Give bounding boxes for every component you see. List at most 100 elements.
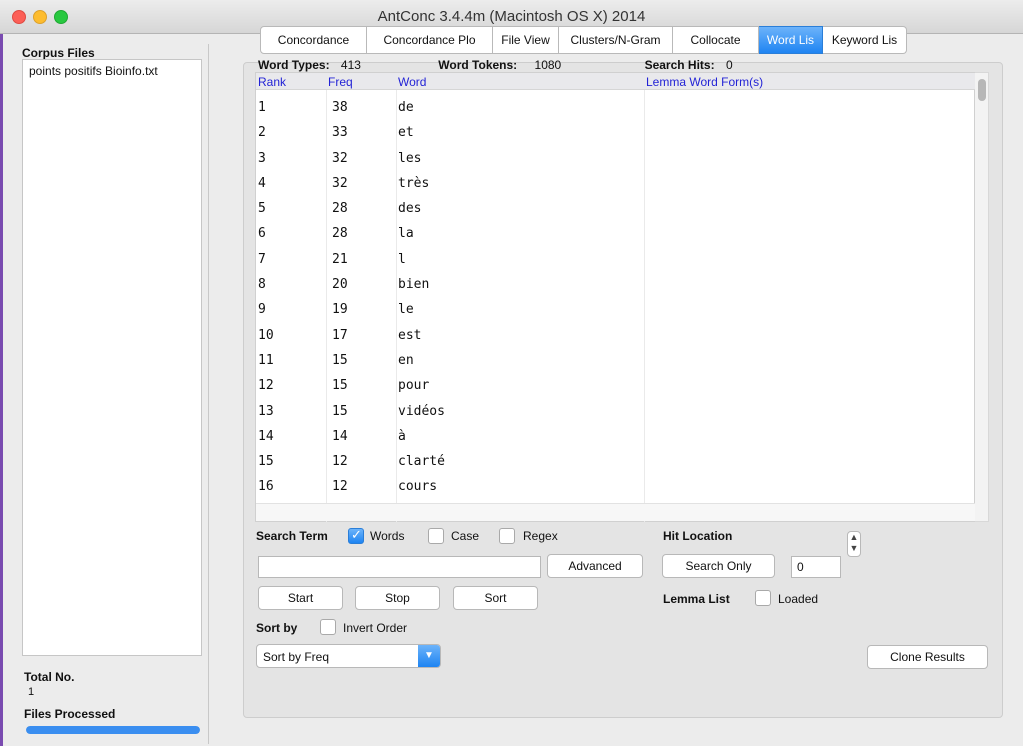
cell-freq: 15	[332, 403, 348, 419]
table-row[interactable]: 16 12 cours	[256, 474, 976, 499]
cell-freq: 14	[332, 428, 348, 444]
tool-tabs: Concordance Concordance Plo File View Cl…	[260, 26, 907, 54]
pane-divider[interactable]	[208, 44, 209, 744]
table-row[interactable]: 2 33 et	[256, 120, 976, 145]
cell-rank: 9	[258, 302, 266, 318]
tab-keyword-list[interactable]: Keyword Lis	[823, 26, 907, 54]
column-header-freq[interactable]: Freq	[328, 75, 353, 89]
cell-word: les	[398, 150, 422, 166]
cell-freq: 32	[332, 150, 348, 166]
words-checkbox[interactable]	[348, 528, 364, 544]
cell-rank: 14	[258, 428, 274, 444]
progress-fill	[26, 726, 200, 734]
corpus-files-label: Corpus Files	[22, 46, 95, 60]
table-row[interactable]: 12 15 pour	[256, 373, 976, 398]
tab-collocates[interactable]: Collocate	[673, 26, 759, 54]
column-header-lemma[interactable]: Lemma Word Form(s)	[646, 75, 763, 89]
chevron-down-icon[interactable]: ▼	[418, 645, 440, 667]
cell-word: clarté	[398, 454, 445, 470]
corpus-file-item[interactable]: points positifs Bioinfo.txt	[23, 60, 201, 82]
table-row[interactable]: 8 20 bien	[256, 272, 976, 297]
cell-word: et	[398, 125, 414, 141]
word-list-table[interactable]: Rank Freq Word Lemma Word Form(s) 1 38 de 2…	[255, 72, 976, 522]
table-row[interactable]: 14 14 à	[256, 424, 976, 449]
table-footer-strip	[256, 503, 976, 521]
sort-button[interactable]: Sort	[453, 586, 538, 610]
column-header-word[interactable]: Word	[398, 75, 426, 89]
table-row[interactable]: 15 12 clarté	[256, 449, 976, 474]
cell-word: en	[398, 352, 414, 368]
tab-concordance-plot[interactable]: Concordance Plo	[367, 26, 493, 54]
window-title: AntConc 3.4.4m (Macintosh OS X) 2014	[377, 8, 646, 25]
loaded-checkbox[interactable]	[755, 590, 771, 606]
table-row[interactable]: 13 15 vidéos	[256, 399, 976, 424]
table-row[interactable]: 3 32 les	[256, 146, 976, 171]
tab-clusters-ngrams[interactable]: Clusters/N-Gram	[559, 26, 673, 54]
table-row[interactable]: 5 28 des	[256, 196, 976, 221]
cell-word: de	[398, 100, 414, 115]
cell-word: vidéos	[398, 403, 445, 419]
hit-location-input[interactable]: 0	[791, 556, 841, 578]
sort-by-label: Sort by	[256, 621, 298, 635]
cell-word: à	[398, 428, 406, 444]
cell-rank: 8	[258, 277, 266, 293]
regex-checkbox[interactable]	[499, 528, 515, 544]
search-input[interactable]	[258, 556, 541, 578]
cell-freq: 19	[332, 302, 348, 318]
word-types-value: 413	[340, 58, 361, 72]
clone-results-button[interactable]: Clone Results	[867, 645, 988, 669]
stats-line: Word Types: 413 Word Tokens: 1080 Search…	[258, 58, 733, 72]
cell-word: très	[398, 175, 430, 191]
table-row[interactable]: 7 21 l	[256, 247, 976, 272]
table-row[interactable]: 6 28 la	[256, 221, 976, 246]
cell-rank: 13	[258, 403, 274, 419]
cell-word: l	[398, 251, 406, 267]
cell-freq: 38	[332, 100, 348, 115]
cell-freq: 12	[332, 454, 348, 470]
cell-rank: 4	[258, 175, 266, 191]
cell-freq: 32	[332, 175, 348, 191]
table-row[interactable]: 1 38 de	[256, 95, 976, 120]
cell-freq: 15	[332, 378, 348, 394]
stop-button[interactable]: Stop	[355, 586, 440, 610]
advanced-button[interactable]: Advanced	[547, 554, 643, 578]
case-label: Case	[451, 529, 480, 543]
column-header-rank[interactable]: Rank	[258, 75, 286, 89]
word-tokens-label: Word Tokens:	[438, 58, 518, 72]
case-checkbox[interactable]	[428, 528, 444, 544]
scrollbar-thumb[interactable]	[978, 79, 986, 101]
table-scrollbar[interactable]	[975, 72, 989, 522]
sort-by-select[interactable]: Sort by Freq ▼	[256, 644, 441, 668]
invert-order-checkbox[interactable]	[320, 619, 336, 635]
cell-rank: 3	[258, 150, 266, 166]
table-row[interactable]: 4 32 très	[256, 171, 976, 196]
search-only-button[interactable]: Search Only	[662, 554, 775, 578]
word-types-label: Word Types:	[258, 58, 330, 72]
tab-concordance[interactable]: Concordance	[260, 26, 367, 54]
cell-rank: 6	[258, 226, 266, 242]
cell-rank: 15	[258, 454, 274, 470]
cell-word: la	[398, 226, 414, 242]
cell-word: cours	[398, 479, 438, 495]
files-processed-label: Files Processed	[24, 707, 116, 721]
cell-freq: 17	[332, 327, 348, 343]
files-processed-progress	[26, 726, 200, 734]
tab-word-list[interactable]: Word Lis	[759, 26, 823, 54]
table-row[interactable]: 9 19 le	[256, 297, 976, 322]
start-button[interactable]: Start	[258, 586, 343, 610]
cell-freq: 12	[332, 479, 348, 495]
corpus-file-list[interactable]: points positifs Bioinfo.txt	[22, 59, 202, 656]
table-row[interactable]: 10 17 est	[256, 323, 976, 348]
cell-rank: 1	[258, 100, 266, 115]
cell-freq: 15	[332, 352, 348, 368]
lemma-list-label: Lemma List	[663, 592, 730, 606]
words-label: Words	[370, 529, 405, 543]
table-row[interactable]: 11 15 en	[256, 348, 976, 373]
cell-rank: 7	[258, 251, 266, 267]
cell-freq: 20	[332, 277, 348, 293]
tab-file-view[interactable]: File View	[493, 26, 559, 54]
cell-word: des	[398, 201, 422, 217]
search-term-label: Search Term	[256, 529, 328, 543]
hit-location-stepper[interactable]: ▲ ▼	[847, 531, 861, 557]
cell-word: le	[398, 302, 414, 318]
